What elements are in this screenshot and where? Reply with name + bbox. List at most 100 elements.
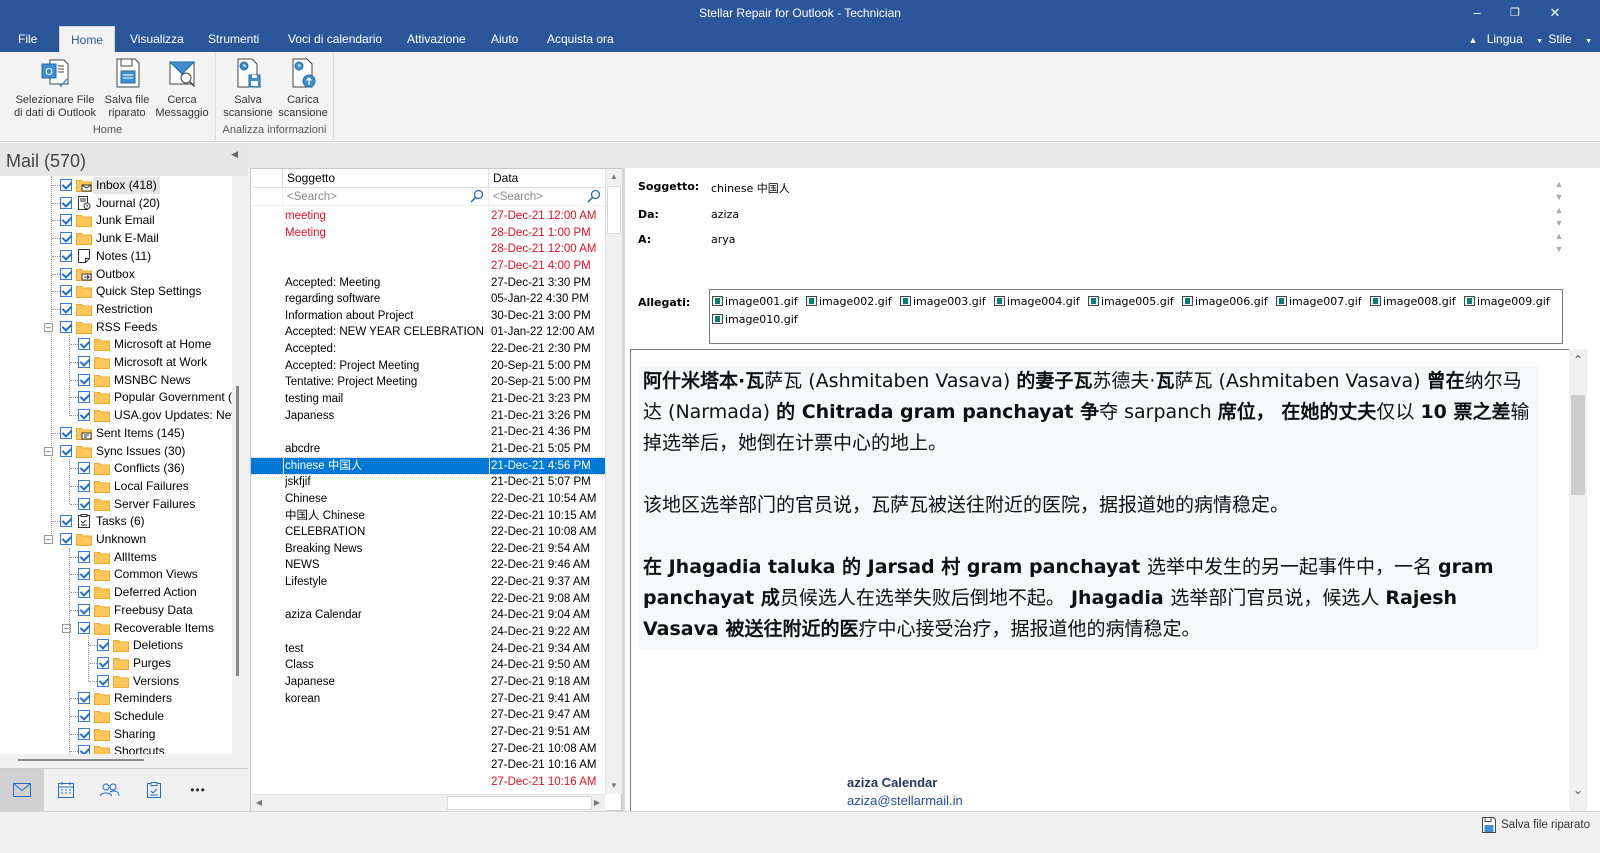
message-row[interactable]: aziza Calendar 24-Dec-21 9:04 AM (251, 607, 605, 624)
message-row[interactable]: test 24-Dec-21 9:34 AM (251, 641, 605, 658)
folder-checkbox[interactable] (60, 426, 72, 439)
message-row[interactable]: Chinese 22-Dec-21 10:54 AM (251, 491, 605, 508)
column-date[interactable]: Data (488, 169, 605, 188)
folder-item[interactable]: Sharing (0, 726, 232, 743)
list-vertical-scrollbar[interactable]: ▲ ▼ (605, 169, 622, 794)
nav-contacts-button[interactable] (88, 769, 132, 811)
folder-item[interactable]: Shortcuts (0, 743, 232, 754)
message-row[interactable]: 中国人 Chinese 22-Dec-21 10:15 AM (251, 508, 605, 525)
folder-checkbox[interactable] (78, 586, 90, 599)
folder-item[interactable]: Microsoft at Home (0, 336, 232, 353)
scrollbar-thumb[interactable] (447, 796, 592, 810)
folder-item[interactable]: AllItems (0, 549, 232, 566)
message-row[interactable]: 27-Dec-21 4:00 PM (251, 258, 605, 275)
search-icon[interactable] (587, 189, 601, 203)
lingua-menu[interactable]: Lingua (1487, 32, 1523, 46)
folder-checkbox[interactable] (60, 444, 72, 457)
spin-up-icon[interactable]: ▲ (1552, 230, 1566, 243)
collapse-toggle-icon[interactable]: – (44, 446, 53, 456)
spin-down-icon[interactable]: ▼ (1552, 191, 1566, 204)
message-row[interactable]: regarding software 05-Jan-22 4:30 PM (251, 291, 605, 308)
message-row[interactable]: Japanese 27-Dec-21 9:18 AM (251, 674, 605, 691)
folder-checkbox[interactable] (60, 302, 72, 315)
folder-checkbox[interactable] (78, 373, 90, 386)
message-row[interactable]: 22-Dec-21 9:08 AM (251, 591, 605, 608)
select-outlook-file-button[interactable]: O Selezionare File di dati di Outlook (8, 56, 102, 120)
folder-item[interactable]: Microsoft at Work (0, 354, 232, 371)
attachment-item[interactable]: image005.gif (1088, 295, 1182, 312)
folder-checkbox[interactable] (60, 179, 72, 191)
scrollbar-thumb[interactable] (1571, 395, 1585, 495)
tab-visualizza[interactable]: Visualizza (120, 26, 194, 52)
scrollbar-thumb[interactable] (236, 386, 239, 676)
folder-checkbox[interactable] (78, 692, 90, 705)
scroll-down-arrow[interactable]: ▼ (606, 778, 622, 794)
message-row[interactable]: korean 27-Dec-21 9:41 AM (251, 691, 605, 708)
chevron-up-icon[interactable]: ▲ (1468, 35, 1477, 45)
folder-item[interactable]: Freebusy Data (0, 602, 232, 619)
date-search-input[interactable]: <Search> (488, 188, 605, 206)
spin-up-icon[interactable]: ▲ (1552, 204, 1566, 217)
list-horizontal-scrollbar[interactable]: ◀ ▶ (251, 794, 605, 811)
message-row[interactable]: Information about Project 30-Dec-21 3:00 … (251, 308, 605, 325)
folder-checkbox[interactable] (60, 285, 72, 298)
search-message-button[interactable]: Cerca Messaggio (154, 56, 210, 120)
folder-item[interactable]: Junk E-Mail (0, 230, 232, 247)
tab-acquista-ora[interactable]: Acquista ora (537, 26, 624, 52)
folder-item[interactable]: Popular Government ( (0, 389, 232, 406)
message-row[interactable]: Accepted: Project Meeting 20-Sep-21 5:00 … (251, 358, 605, 375)
folder-item[interactable]: Local Failures (0, 478, 232, 495)
folder-item[interactable]: Tasks (6) (0, 513, 232, 530)
scrollbar-thumb[interactable] (607, 186, 621, 234)
scrollbar-thumb[interactable] (18, 759, 144, 761)
folder-item[interactable]: Outbox (0, 266, 232, 283)
folder-item[interactable]: Junk Email (0, 212, 232, 229)
folder-item[interactable]: USA.gov Updates: New (0, 407, 232, 424)
message-row[interactable]: 27-Dec-21 10:16 AM (251, 774, 605, 791)
attachment-item[interactable]: image009.gif (1464, 295, 1558, 312)
tab-home[interactable]: Home (59, 26, 115, 52)
body-vertical-scrollbar[interactable]: ⌃ ⌄ (1569, 349, 1587, 811)
folder-item[interactable]: Versions (0, 673, 232, 690)
folder-item[interactable]: Deletions (0, 637, 232, 654)
folder-checkbox[interactable] (60, 533, 72, 545)
folder-item[interactable]: – Sync Issues (30) (0, 443, 232, 460)
folder-item[interactable]: Deferred Action (0, 584, 232, 601)
folder-checkbox[interactable] (78, 621, 90, 634)
nav-more-button[interactable]: ••• (176, 769, 220, 811)
message-row[interactable]: 24-Dec-21 9:22 AM (251, 624, 605, 641)
message-row[interactable]: Accepted: 22-Dec-21 2:30 PM (251, 341, 605, 358)
collapse-pane-icon[interactable]: ◀ (231, 149, 238, 160)
folder-checkbox[interactable] (78, 727, 90, 740)
message-row[interactable]: Accepted: NEW YEAR CELEBRATION 01-Jan-22 … (251, 324, 605, 341)
status-save-repaired-button[interactable]: Salva file riparato (1482, 817, 1590, 833)
attachment-item[interactable]: image007.gif (1276, 295, 1370, 312)
scroll-up-arrow[interactable]: ▲ (606, 169, 622, 185)
folder-checkbox[interactable] (78, 603, 90, 616)
nav-mail-button[interactable] (0, 769, 44, 811)
chevron-down-icon[interactable]: ⌄ (1569, 783, 1587, 797)
subject-search-input[interactable]: <Search> (282, 188, 488, 206)
folder-checkbox[interactable] (78, 391, 90, 404)
scroll-right-arrow[interactable]: ▶ (589, 795, 605, 811)
stile-menu[interactable]: Stile (1548, 32, 1571, 46)
message-row[interactable]: meeting 27-Dec-21 12:00 AM (251, 208, 605, 225)
nav-tasks-button[interactable] (132, 769, 176, 811)
load-scan-button[interactable]: Carica scansione (276, 56, 330, 120)
message-row[interactable]: 21-Dec-21 4:36 PM (251, 424, 605, 441)
folder-item[interactable]: – RSS Feeds (0, 319, 232, 336)
message-row[interactable]: Japaness 21-Dec-21 3:26 PM (251, 408, 605, 425)
message-row[interactable]: Class 24-Dec-21 9:50 AM (251, 657, 605, 674)
message-row[interactable]: 27-Dec-21 9:51 AM (251, 724, 605, 741)
folder-item[interactable]: MSNBC News (0, 372, 232, 389)
folder-checkbox[interactable] (78, 356, 90, 368)
folder-checkbox[interactable] (60, 249, 72, 262)
message-row[interactable]: CELEBRATION 22-Dec-21 10:08 AM (251, 524, 605, 541)
folder-item[interactable]: – Recoverable Items (0, 620, 232, 637)
folder-checkbox[interactable] (60, 214, 72, 227)
message-row[interactable]: NEWS 22-Dec-21 9:46 AM (251, 557, 605, 574)
folder-item[interactable]: Conflicts (36) (0, 460, 232, 477)
folder-item[interactable]: Purges (0, 655, 232, 672)
message-row[interactable]: 28-Dec-21 12:00 AM (251, 241, 605, 258)
attachment-item[interactable]: image008.gif (1370, 295, 1464, 312)
